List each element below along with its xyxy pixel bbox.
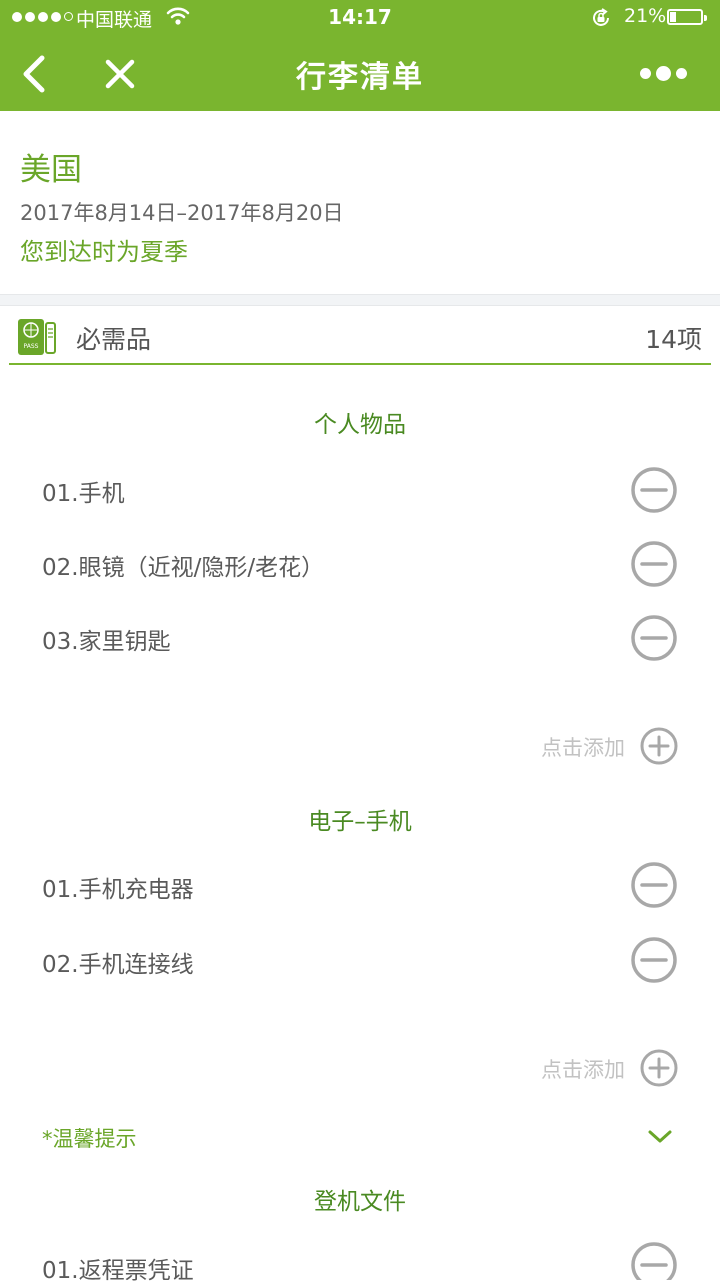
list-item: 01.手机充电器 [42, 877, 194, 903]
add-item-button[interactable] [639, 726, 679, 770]
minus-circle-icon [631, 615, 677, 661]
add-item-label[interactable]: 点击添加 [541, 732, 625, 762]
remove-item-button[interactable] [629, 613, 679, 667]
page-title: 行李清单 [296, 60, 424, 95]
battery-percent: 21% [624, 5, 667, 27]
status-time: 14:17 [328, 5, 392, 29]
remove-item-button[interactable] [629, 465, 679, 519]
minus-circle-icon [631, 541, 677, 587]
plus-circle-icon [640, 1049, 678, 1087]
more-dots-icon[interactable] [640, 66, 687, 81]
list-item: 02.手机连接线 [42, 952, 194, 978]
remove-item-button[interactable] [629, 935, 679, 989]
status-bar: 中国联通 14:17 21% [0, 0, 720, 36]
tips-toggle[interactable]: *温馨提示 [42, 1123, 137, 1153]
rotation-lock-icon [590, 7, 612, 33]
plus-circle-icon [640, 727, 678, 765]
list-item: 02.眼镜（近视/隐形/老花） [42, 555, 325, 581]
top-bar: 中国联通 14:17 21% 行李清单 [0, 0, 720, 111]
remove-item-button[interactable] [629, 539, 679, 593]
minus-circle-icon [631, 937, 677, 983]
add-item-label[interactable]: 点击添加 [541, 1054, 625, 1084]
section-divider [0, 294, 720, 306]
passport-icon-text: PASS [24, 343, 39, 350]
category-count: 14项 [645, 325, 702, 354]
battery-icon [667, 9, 707, 25]
category-name: 必需品 [76, 325, 152, 354]
remove-item-button[interactable] [629, 1240, 679, 1280]
remove-item-button[interactable] [629, 860, 679, 914]
nav-bar: 行李清单 [0, 36, 720, 111]
list-item: 03.家里钥匙 [42, 629, 171, 655]
season-note: 您到达时为夏季 [20, 238, 188, 266]
group-title: 个人物品 [314, 412, 406, 438]
minus-circle-icon [631, 467, 677, 513]
passport-icon: PASS [17, 317, 57, 357]
minus-circle-icon [631, 1242, 677, 1280]
minus-circle-icon [631, 862, 677, 908]
group-title: 电子–手机 [308, 809, 412, 835]
group-title: 登机文件 [314, 1189, 406, 1215]
trip-dates: 2017年8月14日–2017年8月20日 [20, 201, 344, 225]
list-item: 01.手机 [42, 481, 125, 507]
category-underline [9, 363, 711, 365]
destination-name: 美国 [20, 152, 82, 188]
chevron-down-icon[interactable] [647, 1128, 673, 1150]
add-item-button[interactable] [639, 1048, 679, 1092]
